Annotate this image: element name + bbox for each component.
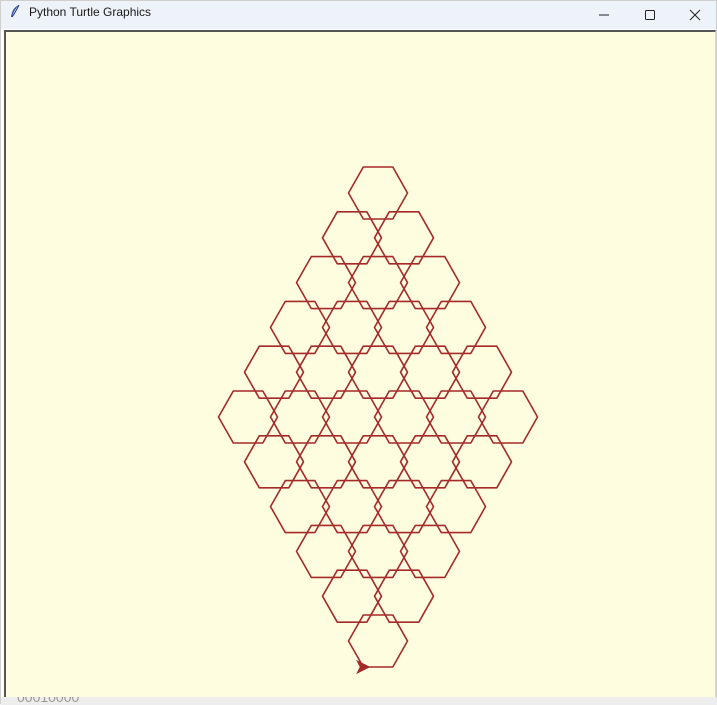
title-bar[interactable]: Python Turtle Graphics	[1, 1, 716, 29]
turtle-window: Python Turtle Graphics 00010000	[0, 0, 717, 705]
hexagon-drawing	[217, 166, 539, 675]
close-icon	[689, 9, 701, 21]
turtle-cursor-icon	[356, 659, 371, 675]
window-title: Python Turtle Graphics	[29, 5, 152, 19]
minimize-button[interactable]	[581, 1, 627, 29]
feather-icon	[8, 4, 22, 20]
maximize-button[interactable]	[627, 1, 673, 29]
maximize-icon	[645, 10, 655, 20]
close-button[interactable]	[672, 1, 717, 29]
minimize-icon	[599, 14, 609, 16]
turtle-canvas[interactable]	[4, 30, 716, 697]
